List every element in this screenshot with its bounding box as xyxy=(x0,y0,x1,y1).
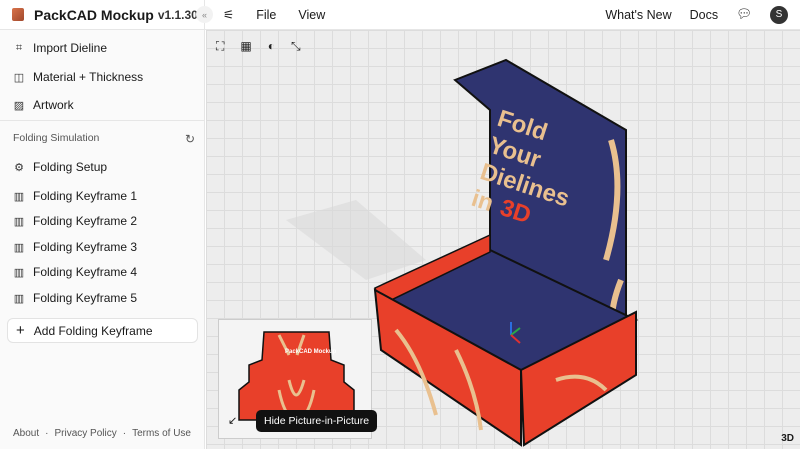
tooltip: Hide Picture-in-Picture xyxy=(256,410,378,432)
map-icon: ▥ xyxy=(13,241,25,254)
map-icon: ▥ xyxy=(13,266,25,279)
terms-link[interactable]: Terms of Use xyxy=(132,428,191,439)
sidebar-item-material[interactable]: ◫ Material + Thickness xyxy=(13,70,143,84)
image-icon: ▨ xyxy=(13,99,25,112)
brand: PackCAD Mockup v1.1.30 xyxy=(0,0,205,30)
divider xyxy=(0,120,205,121)
view-mode-label[interactable]: 3D xyxy=(781,433,794,444)
label: Import Dieline xyxy=(33,41,108,55)
menu-file[interactable]: File xyxy=(256,8,276,22)
label: Folding Setup xyxy=(33,160,108,174)
label: Artwork xyxy=(33,98,74,112)
whats-new-link[interactable]: What's New xyxy=(605,8,671,22)
sep: · xyxy=(45,428,49,439)
sidebar-item-keyframe-3[interactable]: ▥ Folding Keyframe 3 xyxy=(13,240,137,254)
collapse-sidebar-icon[interactable]: « xyxy=(196,6,213,23)
map-icon: ▥ xyxy=(13,190,25,203)
sidebar-item-keyframe-5[interactable]: ▥ Folding Keyframe 5 xyxy=(13,291,137,305)
docs-link[interactable]: Docs xyxy=(690,8,718,22)
label: Add Folding Keyframe xyxy=(33,323,153,338)
sidebar-item-keyframe-2[interactable]: ▥ Folding Keyframe 2 xyxy=(13,214,137,228)
top-bar: PackCAD Mockup v1.1.30 « ⚟ File View Wha… xyxy=(0,0,800,30)
sidebar-item-keyframe-1[interactable]: ▥ Folding Keyframe 1 xyxy=(13,189,137,203)
map-icon: ▥ xyxy=(13,215,25,228)
shadow xyxy=(286,200,426,280)
material-icon: ◫ xyxy=(13,71,25,84)
label: Folding Keyframe 2 xyxy=(33,214,138,228)
label: Folding Keyframe 1 xyxy=(33,189,138,203)
privacy-link[interactable]: Privacy Policy xyxy=(54,428,116,439)
reset-icon[interactable]: ↻ xyxy=(185,132,195,146)
section-folding-simulation: Folding Simulation ↻ xyxy=(13,132,195,146)
label: Folding Keyframe 4 xyxy=(33,265,138,279)
sep: · xyxy=(122,428,127,439)
sidebar-item-artwork[interactable]: ▨ Artwork xyxy=(13,98,74,112)
app-version: v1.1.30 xyxy=(157,7,198,22)
settings-sliders-icon[interactable]: ⚟ xyxy=(223,7,234,22)
section-title: Folding Simulation xyxy=(13,132,100,144)
gear-icon: ⚙ xyxy=(14,161,24,174)
box-logo-icon xyxy=(12,8,24,21)
label: Material + Thickness xyxy=(33,70,144,84)
sidebar-item-folding-setup[interactable]: ⚙ Folding Setup xyxy=(13,160,107,174)
map-icon: ▥ xyxy=(13,292,25,305)
menu-view[interactable]: View xyxy=(298,8,325,22)
footer: About · Privacy Policy · Terms of Use xyxy=(13,428,191,439)
avatar[interactable]: S xyxy=(770,5,788,24)
dieline-icon: ⌗ xyxy=(15,41,23,54)
plus-icon: + xyxy=(16,322,25,339)
about-link[interactable]: About xyxy=(13,428,39,439)
pip-logo-text: PackCAD Mockup xyxy=(285,349,337,355)
3d-viewport[interactable]: ⛶ ▦ ◐ ⤡ Fold Your Dielines in 3D PackCAD… xyxy=(206,30,800,449)
app-title: PackCAD Mockup xyxy=(34,6,154,23)
label: Folding Keyframe 5 xyxy=(33,291,138,305)
sidebar-item-keyframe-4[interactable]: ▥ Folding Keyframe 4 xyxy=(13,265,137,279)
sidebar: ⌗ Import Dieline ◫ Material + Thickness ▨ A… xyxy=(0,30,205,449)
minimize-arrow-icon[interactable]: ↙ xyxy=(228,414,237,427)
chat-icon[interactable]: 💬︎ xyxy=(736,7,752,22)
add-folding-keyframe-button[interactable]: + Add Folding Keyframe xyxy=(7,318,198,343)
sidebar-item-import-dieline[interactable]: ⌗ Import Dieline xyxy=(13,41,107,55)
label: Folding Keyframe 3 xyxy=(33,240,138,254)
